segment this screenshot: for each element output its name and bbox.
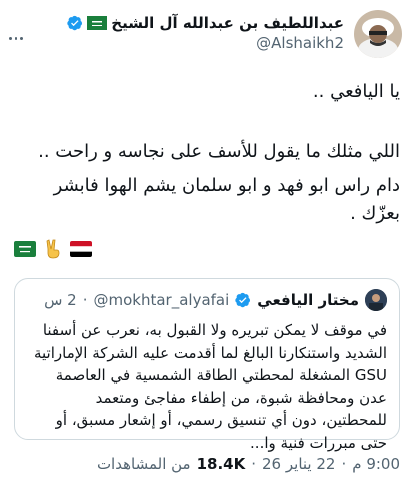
victory-hand-icon xyxy=(46,239,60,259)
author-handle[interactable]: @Alshaikh2 xyxy=(67,34,344,52)
tweet-greeting: يا اليافعي .. xyxy=(312,81,400,102)
quoted-author-avatar[interactable] xyxy=(365,289,387,311)
yemen-flag-icon xyxy=(70,241,92,257)
tweet-meta: 9:00 م · 22 يناير 26 · 18.4K من المشاهدا… xyxy=(14,455,400,473)
more-options-icon[interactable] xyxy=(8,30,24,46)
quoted-tweet-header: مختار اليافعي @mokhtar_alyafai · 2 س xyxy=(27,289,387,311)
meta-separator: · xyxy=(251,455,257,473)
views-count: 18.4K xyxy=(196,455,246,473)
quoted-author-handle[interactable]: @mokhtar_alyafai xyxy=(93,291,229,309)
views-label: من المشاهدات xyxy=(96,455,191,473)
tweet-line-1: اللي مثلك ما يقول للأسف على نجاسه و راحت… xyxy=(38,141,400,162)
saudi-flag-icon xyxy=(87,16,108,30)
meta-separator: · xyxy=(341,455,347,473)
quoted-tweet-text: في موقف لا يمكن تبريره ولا القبول به، نع… xyxy=(33,321,387,452)
author-avatar[interactable] xyxy=(354,10,402,58)
verified-badge-icon xyxy=(235,292,251,308)
author-name[interactable]: عبداللطيف بن عبدالله آل الشيخ xyxy=(111,14,344,32)
tweet-date[interactable]: 22 يناير 26 xyxy=(262,455,335,473)
quoted-separator: · xyxy=(82,291,88,309)
emoji-row xyxy=(14,238,92,260)
author-info: عبداللطيف بن عبدالله آل الشيخ @Alshaikh2 xyxy=(67,14,344,52)
tweet-text: يا اليافعي .. اللي مثلك ما يقول للأسف عل… xyxy=(14,78,400,228)
quoted-timestamp[interactable]: 2 س xyxy=(44,291,77,309)
tweet-line-2: دام راس ابو فهد و ابو سلمان يشم الهوا فا… xyxy=(53,175,400,224)
verified-badge-icon xyxy=(67,15,83,31)
tweet-time[interactable]: 9:00 م xyxy=(352,455,400,473)
quoted-tweet[interactable]: مختار اليافعي @mokhtar_alyafai · 2 س في … xyxy=(14,278,400,452)
saudi-flag-icon xyxy=(14,241,36,257)
quoted-author-name[interactable]: مختار اليافعي xyxy=(257,291,359,309)
